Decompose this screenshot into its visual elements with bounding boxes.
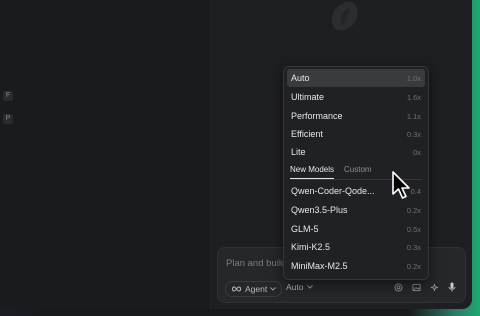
model-item-glm-5[interactable]: GLM-5 0.5x: [287, 220, 425, 238]
model-tier-label: Lite: [291, 147, 306, 157]
model-select[interactable]: Auto: [286, 282, 313, 292]
agent-mode-label: Agent: [245, 284, 268, 294]
model-tier-multiplier: 1.0x: [406, 73, 421, 83]
model-item-multiplier: 0.4: [410, 186, 421, 196]
infinity-icon: [232, 286, 241, 292]
model-item-multiplier: 0.2x: [406, 205, 421, 215]
model-item-label: Qwen3.5-Plus: [291, 205, 348, 215]
shortcut-key-f[interactable]: F: [3, 91, 13, 101]
image-icon[interactable]: [411, 282, 421, 292]
microphone-icon[interactable]: [447, 282, 457, 292]
tab-new-models[interactable]: New Models: [290, 165, 335, 179]
model-item-label: MiniMax-M2.5: [291, 261, 348, 271]
logo-icon: [331, 1, 358, 31]
chevron-down-icon: [270, 287, 277, 291]
model-item-label: Kimi-K2.5: [291, 242, 331, 252]
model-tier-label: Efficient: [291, 129, 323, 139]
model-tier-multiplier: 1.6x: [406, 92, 421, 102]
model-item-multiplier: 0.2x: [406, 261, 421, 271]
model-item-minimax-m2-5[interactable]: MiniMax-M2.5 0.2x: [287, 257, 425, 275]
shortcut-key-p[interactable]: P: [3, 114, 13, 124]
model-item-qwen3-5-plus[interactable]: Qwen3.5-Plus 0.2x: [287, 201, 425, 219]
model-tier-multiplier: 1.1x: [406, 111, 421, 121]
model-tier-lite[interactable]: Lite 0x: [287, 143, 425, 161]
model-item-multiplier: 0.3x: [406, 242, 421, 252]
left-pane: F P: [0, 0, 211, 309]
at-icon[interactable]: [393, 282, 403, 292]
model-tier-auto[interactable]: Auto 1.0x: [287, 69, 425, 87]
model-select-label: Auto: [286, 282, 304, 292]
model-tier-ultimate[interactable]: Ultimate 1.6x: [287, 88, 425, 106]
model-tier-multiplier: 0x: [413, 147, 421, 157]
model-item-multiplier: 0.5x: [406, 224, 421, 234]
chevron-down-icon: [306, 285, 313, 289]
model-tier-label: Ultimate: [291, 92, 325, 102]
model-item-label: Qwen-Coder-Qode...: [291, 186, 375, 196]
model-tier-label: Auto: [291, 73, 310, 83]
model-tier-efficient[interactable]: Efficient 0.3x: [287, 125, 425, 143]
sparkle-icon[interactable]: [429, 282, 439, 292]
model-item-kimi-k2-5[interactable]: Kimi-K2.5 0.3x: [287, 238, 425, 256]
composer-tools: [393, 282, 457, 292]
tab-custom[interactable]: Custom: [344, 165, 372, 179]
agent-mode-button[interactable]: Agent: [225, 281, 283, 297]
model-tier-performance[interactable]: Performance 1.1x: [287, 107, 425, 125]
model-item-label: GLM-5: [291, 224, 319, 234]
model-tier-label: Performance: [291, 111, 343, 121]
mouse-cursor-icon: [392, 171, 410, 199]
model-tier-multiplier: 0.3x: [406, 129, 421, 139]
